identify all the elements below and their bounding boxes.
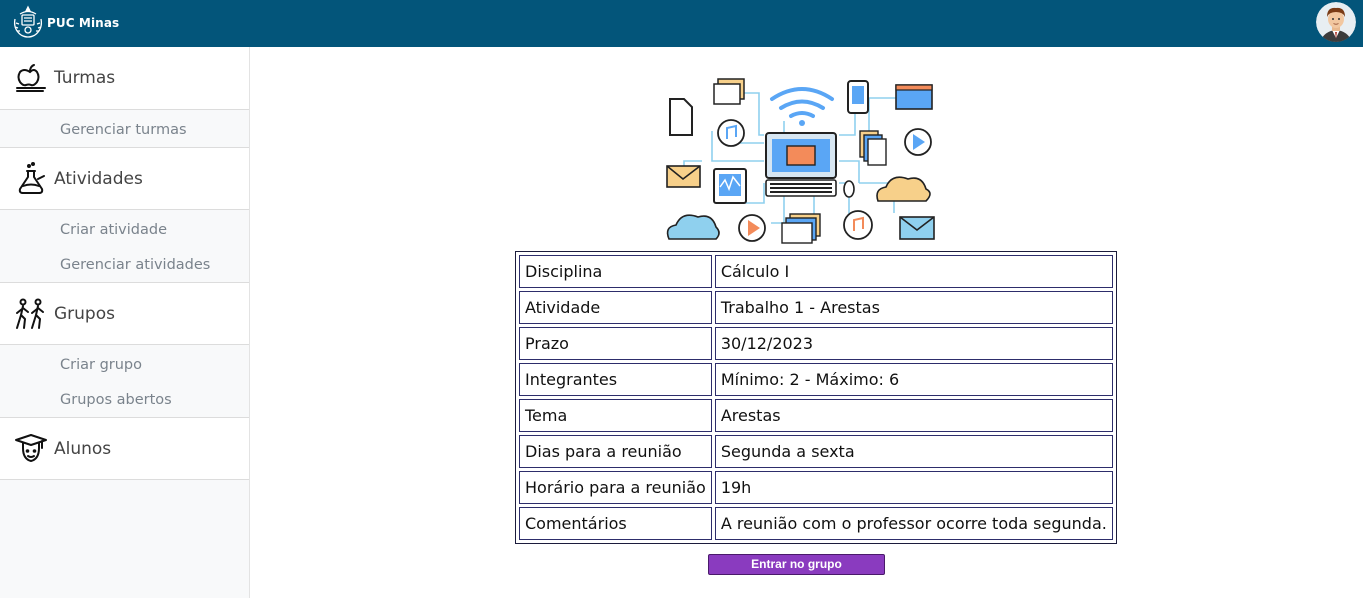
table-row: Atividade Trabalho 1 - Arestas xyxy=(519,291,1113,324)
detail-label: Horário para a reunião xyxy=(519,471,712,504)
join-group-button[interactable]: Entrar no grupo xyxy=(708,554,885,575)
sidebar-item-turmas[interactable]: Turmas xyxy=(0,47,249,110)
group-details-table: Disciplina Cálculo I Atividade Trabalho 1 -… xyxy=(515,251,1117,544)
detail-label: Comentários xyxy=(519,507,712,540)
user-avatar[interactable] xyxy=(1316,2,1356,42)
table-row: Tema Arestas xyxy=(519,399,1113,432)
sidebar-subitem-gerenciar-turmas[interactable]: Gerenciar turmas xyxy=(60,122,187,138)
sidebar-subitem-criar-grupo[interactable]: Criar grupo xyxy=(60,357,142,373)
sidebar: Turmas Gerenciar turmas Atividades Criar… xyxy=(0,47,250,598)
table-row: Horário para a reunião 19h xyxy=(519,471,1113,504)
detail-value: Cálculo I xyxy=(714,255,1113,288)
detail-value: Mínimo: 2 - Máximo: 6 xyxy=(714,363,1113,396)
detail-value: Arestas xyxy=(714,399,1113,432)
network-devices-illustration xyxy=(666,78,935,244)
sidebar-label-atividades: Atividades xyxy=(54,168,143,189)
table-row: Prazo 30/12/2023 xyxy=(519,327,1113,360)
brand-logo[interactable]: PUC Minas xyxy=(11,5,119,41)
sidebar-subitem-criar-atividade[interactable]: Criar atividade xyxy=(60,222,167,238)
detail-label: Dias para a reunião xyxy=(519,435,712,468)
brand-name: PUC Minas xyxy=(47,16,120,30)
detail-value: 30/12/2023 xyxy=(714,327,1113,360)
puc-minas-crest-icon xyxy=(13,5,43,38)
detail-value: A reunião com o professor ocorre toda se… xyxy=(714,507,1113,540)
sidebar-item-atividades[interactable]: Atividades xyxy=(0,147,249,210)
sidebar-label-grupos: Grupos xyxy=(54,303,115,324)
table-row: Integrantes Mínimo: 2 - Máximo: 6 xyxy=(519,363,1113,396)
detail-label: Atividade xyxy=(519,291,712,324)
table-row: Disciplina Cálculo I xyxy=(519,255,1113,288)
sidebar-subitem-grupos-abertos[interactable]: Grupos abertos xyxy=(60,392,172,408)
detail-value: Segunda a sexta xyxy=(714,435,1113,468)
detail-label: Integrantes xyxy=(519,363,712,396)
detail-label: Disciplina xyxy=(519,255,712,288)
detail-value: Trabalho 1 - Arestas xyxy=(714,291,1113,324)
apple-book-icon xyxy=(16,64,46,92)
people-walking-icon xyxy=(16,298,44,329)
flask-icon xyxy=(18,161,45,194)
sidebar-label-turmas: Turmas xyxy=(54,68,116,88)
detail-value: 19h xyxy=(714,471,1113,504)
sidebar-subitem-gerenciar-atividades[interactable]: Gerenciar atividades xyxy=(60,257,210,273)
table-row: Dias para a reunião Segunda a sexta xyxy=(519,435,1113,468)
sidebar-item-grupos[interactable]: Grupos xyxy=(0,282,249,345)
table-row: Comentários A reunião com o professor oco… xyxy=(519,507,1113,540)
graduate-icon xyxy=(15,433,47,462)
sidebar-label-alunos: Alunos xyxy=(54,438,112,459)
detail-label: Prazo xyxy=(519,327,712,360)
sidebar-item-alunos[interactable]: Alunos xyxy=(0,417,249,480)
detail-label: Tema xyxy=(519,399,712,432)
top-navbar: PUC Minas xyxy=(0,0,1363,47)
